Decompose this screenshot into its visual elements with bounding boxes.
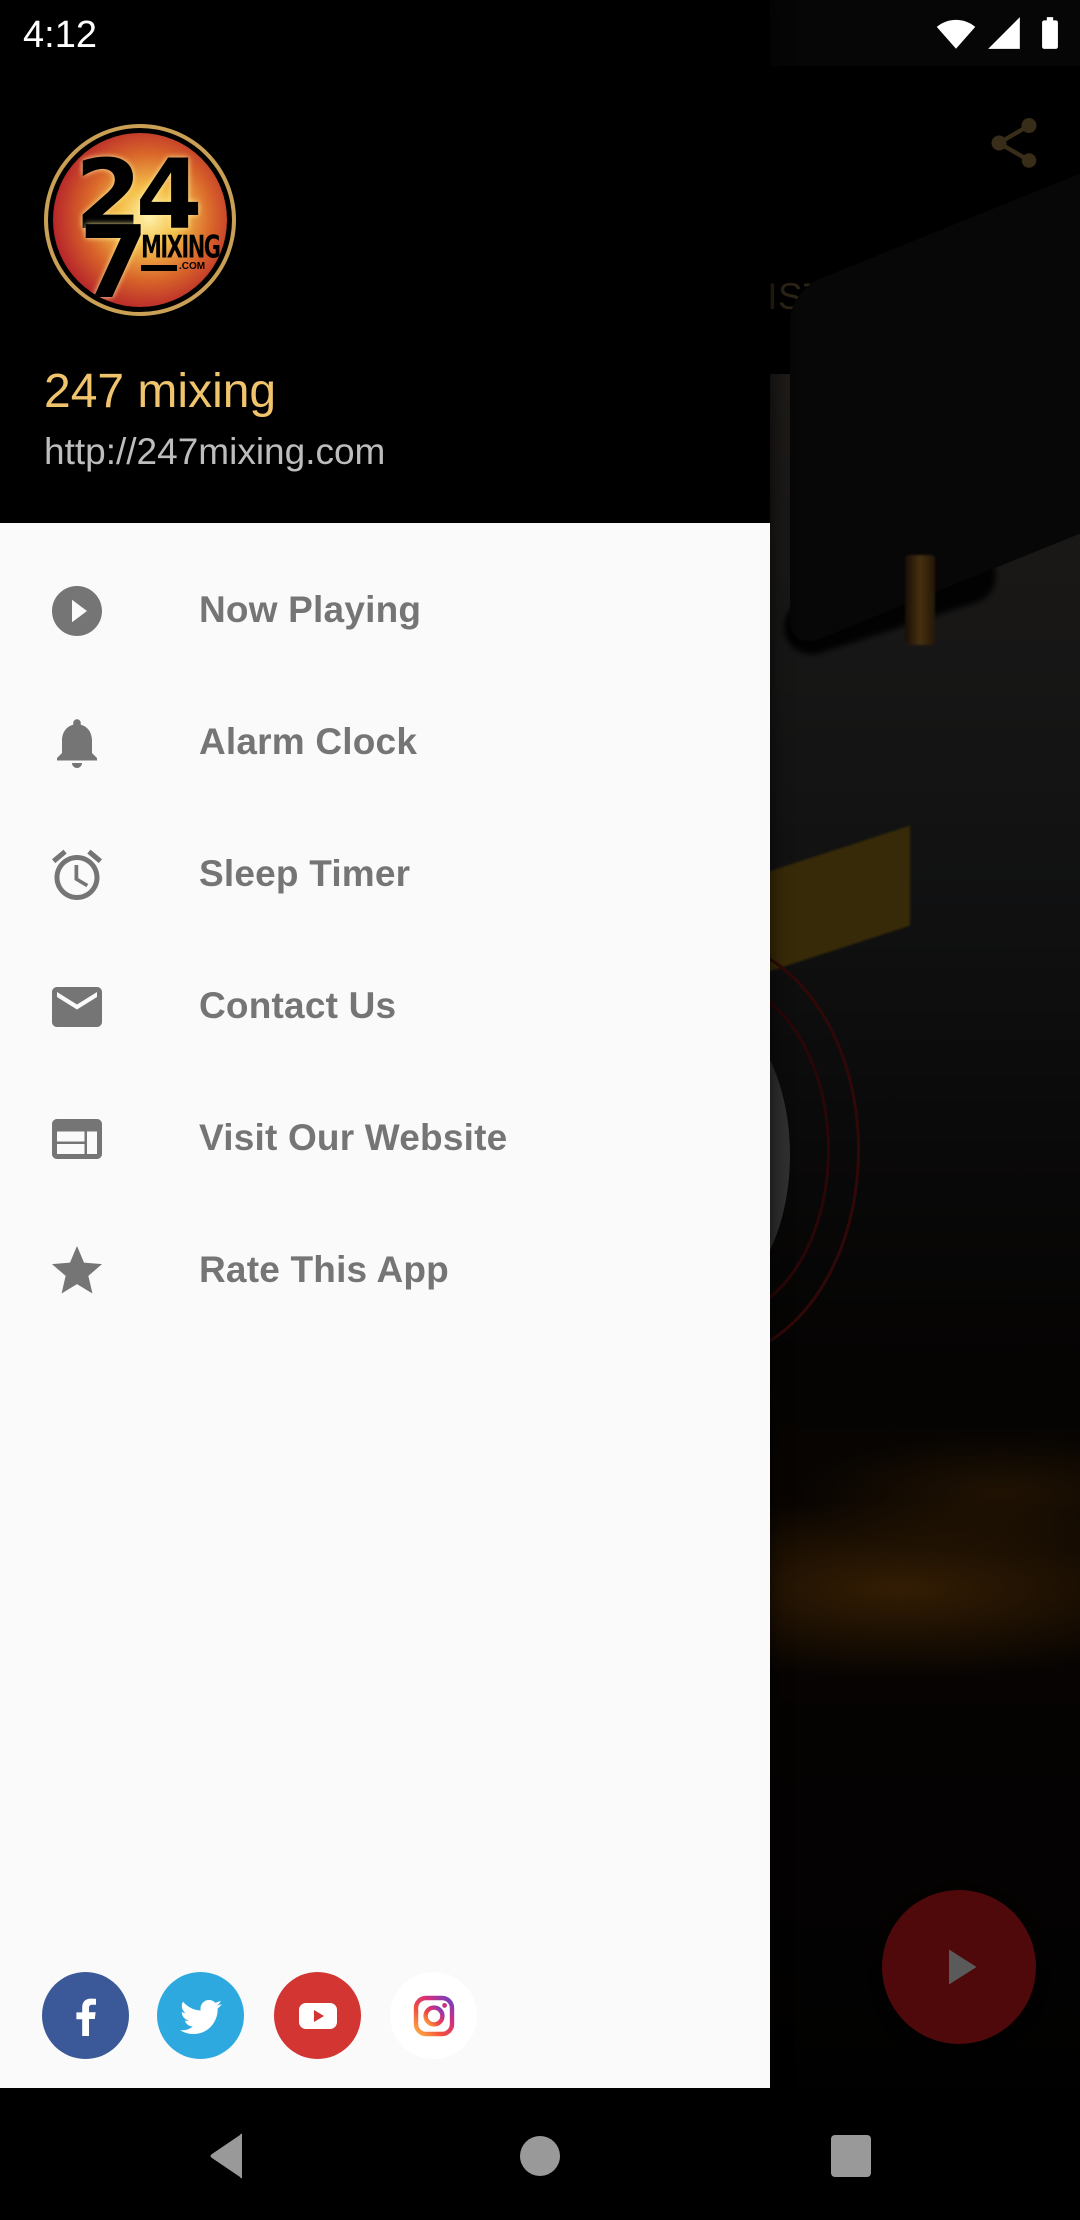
facebook-button[interactable] <box>42 1972 129 2059</box>
station-name: 247 mixing <box>44 365 277 418</box>
menu-item-rate-app[interactable]: Rate This App <box>0 1205 770 1337</box>
battery-icon <box>1042 17 1058 49</box>
menu-item-label: Contact Us <box>199 985 397 1026</box>
logo-ring: 24 7 MIXING .COM <box>48 128 232 312</box>
menu-item-visit-website[interactable]: Visit Our Website <box>0 1073 770 1205</box>
menu-item-sleep-timer[interactable]: Sleep Timer <box>0 809 770 941</box>
menu-item-label: Alarm Clock <box>199 721 418 762</box>
station-logo: 24 7 MIXING .COM <box>44 124 236 316</box>
logo-text-mixing: MIXING <box>141 229 221 265</box>
system-navigation-bar <box>0 2088 1080 2220</box>
alarm-clock-icon <box>47 845 107 905</box>
bell-icon <box>47 713 107 773</box>
twitter-icon <box>179 1999 222 2034</box>
navigation-drawer: 4:12 24 7 MIXING .COM 247 mixing http://… <box>0 0 770 2088</box>
status-time: 4:12 <box>23 14 97 56</box>
email-icon <box>47 977 107 1037</box>
twitter-button[interactable] <box>157 1972 244 2059</box>
menu-item-label: Sleep Timer <box>199 853 411 894</box>
wifi-icon <box>936 19 976 49</box>
cell-signal-icon <box>988 17 1020 49</box>
logo-core: 24 7 MIXING .COM <box>53 133 227 307</box>
instagram-button[interactable] <box>390 1972 477 2059</box>
instagram-icon <box>413 1995 454 2036</box>
youtube-icon <box>298 2002 337 2029</box>
logo-text-com: .COM <box>179 261 206 272</box>
youtube-button[interactable] <box>274 1972 361 2059</box>
logo-bar <box>141 265 177 271</box>
menu-item-contact-us[interactable]: Contact Us <box>0 941 770 1073</box>
back-button[interactable] <box>196 2132 256 2180</box>
menu-item-label: Visit Our Website <box>199 1117 508 1158</box>
play-circle-icon <box>47 581 107 641</box>
back-icon <box>210 2133 242 2179</box>
social-links <box>0 1972 770 2060</box>
home-icon <box>520 2136 560 2176</box>
star-icon <box>47 1241 107 1301</box>
station-url[interactable]: http://247mixing.com <box>44 431 385 473</box>
logo-text-7: 7 <box>79 204 149 308</box>
menu-item-now-playing[interactable]: Now Playing <box>0 545 770 677</box>
drawer-menu: Now Playing Alarm Clock Sleep Timer Cont… <box>0 545 770 1337</box>
home-button[interactable] <box>510 2132 570 2180</box>
status-icons <box>935 14 1069 52</box>
web-icon <box>47 1109 107 1169</box>
menu-item-label: Now Playing <box>199 589 422 630</box>
menu-item-alarm-clock[interactable]: Alarm Clock <box>0 677 770 809</box>
drawer-header: 4:12 24 7 MIXING .COM 247 mixing http://… <box>0 0 770 523</box>
recents-icon <box>831 2135 871 2177</box>
menu-item-label: Rate This App <box>199 1249 449 1290</box>
recents-button[interactable] <box>821 2132 881 2180</box>
facebook-icon <box>75 1998 96 2036</box>
